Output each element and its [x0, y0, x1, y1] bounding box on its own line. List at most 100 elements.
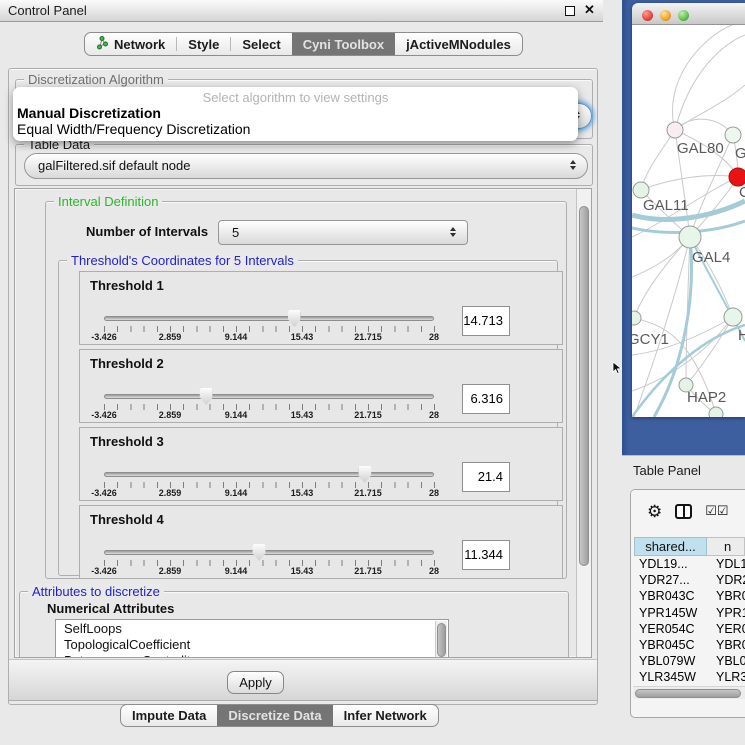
cell-shared-name[interactable]: YDR27... [634, 572, 707, 588]
tick-label: -3.426 [91, 332, 117, 342]
network-window: GAL80 GA C GAL11 GAL4 GCY1 H HAP2 [632, 3, 745, 417]
slider-track[interactable] [104, 472, 434, 477]
column-header-name[interactable]: n [707, 537, 745, 556]
tab-style[interactable]: Style [177, 33, 230, 55]
threshold-2-box: Threshold 2 -3.4262.8599.14415.4321.7152… [79, 349, 563, 423]
column-header-shared-name[interactable]: shared... [634, 537, 707, 556]
slider-thumb[interactable] [288, 310, 301, 327]
cell-shared-name[interactable]: YBR043C [634, 588, 707, 604]
select-columns-icon[interactable]: ☑☑ [705, 503, 728, 519]
threshold-1-value-field[interactable]: 14.713 [462, 306, 510, 336]
list-item[interactable]: BetweennessCentrality [56, 652, 448, 658]
threshold-1-box: Threshold 1 -3.4262.8599.14415.4321.7152… [79, 271, 563, 345]
table-row[interactable]: YBR043CYBR0 [634, 588, 745, 604]
slider-thumb[interactable] [253, 544, 266, 561]
cell-name[interactable]: YBR0 [707, 637, 745, 653]
node-label: GCY1 [632, 331, 669, 348]
tick-label: 9.144 [225, 488, 248, 498]
threshold-4-value-field[interactable]: 11.344 [462, 540, 510, 570]
cell-name[interactable]: YER0 [707, 621, 745, 637]
tick-label: 28 [429, 566, 439, 576]
threshold-3-value-field[interactable]: 21.4 [462, 462, 510, 492]
cell-shared-name[interactable]: YBL079W [634, 653, 707, 669]
tick-label: 9.144 [225, 410, 248, 420]
cell-shared-name[interactable]: YPR145W [634, 605, 707, 621]
tick-label: 9.144 [225, 332, 248, 342]
network-node[interactable] [679, 226, 701, 248]
table-row[interactable]: YER054CYER0 [634, 621, 745, 637]
cell-name[interactable]: YLR3 [707, 669, 745, 682]
threshold-3-label: Threshold 3 [90, 434, 164, 449]
cell-shared-name[interactable]: YDL19... [634, 556, 707, 572]
algorithm-option-manual[interactable]: Manual Discretization [13, 105, 578, 121]
tick-label: 21.715 [354, 332, 382, 342]
cell-name[interactable]: YDR2 [707, 572, 745, 588]
apply-bar: Apply [9, 659, 597, 701]
close-icon[interactable]: ✕ [584, 2, 595, 18]
table-row[interactable]: YLR345WYLR3 [634, 669, 745, 682]
tick-label: 2.859 [159, 332, 182, 342]
threshold-2-value-field[interactable]: 6.316 [462, 384, 510, 414]
tick-label: 15.43 [291, 332, 314, 342]
gear-icon[interactable]: ⚙ [647, 503, 662, 520]
algorithm-option-equal-width[interactable]: Equal Width/Frequency Discretization [13, 121, 578, 137]
table-row[interactable]: YBL079WYBL0 [634, 653, 745, 669]
cell-name[interactable]: YDL1 [707, 556, 745, 572]
numerical-attributes-list[interactable]: SelfLoops TopologicalCoefficient Between… [55, 619, 449, 658]
cell-name[interactable]: YPR1 [707, 605, 745, 621]
horizontal-scrollbar[interactable] [633, 686, 745, 699]
tick-label: 2.859 [159, 488, 182, 498]
threshold-1-slider[interactable]: -3.4262.8599.14415.4321.71528 [104, 310, 434, 344]
threshold-3-slider[interactable]: -3.4262.8599.14415.4321.71528 [104, 466, 434, 500]
cell-shared-name[interactable]: YLR345W [634, 669, 707, 682]
tab-discretize-data[interactable]: Discretize Data [217, 705, 332, 726]
panel-scrollbar-thumb[interactable] [579, 206, 589, 566]
cell-name[interactable]: YBL0 [707, 653, 745, 669]
table-row[interactable]: YDR27...YDR2 [634, 572, 745, 588]
float-window-icon[interactable] [565, 6, 575, 16]
split-view-icon[interactable] [675, 504, 692, 519]
tab-infer-network[interactable]: Infer Network [333, 705, 438, 726]
slider-track[interactable] [104, 394, 434, 399]
list-item[interactable]: TopologicalCoefficient [56, 636, 448, 652]
tab-jactivemnodules[interactable]: jActiveMNodules [395, 33, 522, 55]
zoom-traffic-light-icon[interactable] [678, 10, 689, 21]
table-row[interactable]: YDL19...YDL1 [634, 556, 745, 572]
table-row[interactable]: YBR045CYBR0 [634, 637, 745, 653]
cell-shared-name[interactable]: YER054C [634, 621, 707, 637]
horizontal-scrollbar-thumb[interactable] [635, 689, 741, 698]
network-node[interactable] [667, 122, 683, 138]
network-node[interactable] [709, 407, 723, 417]
threshold-2-slider[interactable]: -3.4262.8599.14415.4321.71528 [104, 388, 434, 422]
network-node[interactable] [632, 311, 641, 325]
network-node[interactable] [724, 308, 742, 326]
cell-shared-name[interactable]: YBR045C [634, 637, 707, 653]
table-data-combobox[interactable]: galFiltered.sif default node [24, 153, 588, 179]
list-item[interactable]: SelfLoops [56, 620, 448, 636]
minimize-traffic-light-icon[interactable] [660, 10, 671, 21]
list-scrollbar[interactable] [435, 621, 447, 658]
network-canvas[interactable]: GAL80 GA C GAL11 GAL4 GCY1 H HAP2 [632, 25, 745, 417]
slider-track[interactable] [104, 316, 434, 321]
slider-thumb[interactable] [200, 388, 213, 405]
panel-scrollbar[interactable] [576, 189, 591, 658]
tab-impute-data[interactable]: Impute Data [121, 705, 217, 726]
cell-name[interactable]: YBR0 [707, 588, 745, 604]
number-of-intervals-combobox[interactable]: 5 [218, 220, 468, 245]
network-graph[interactable]: GAL80 GA C GAL11 GAL4 GCY1 H HAP2 [632, 25, 745, 417]
close-traffic-light-icon[interactable] [642, 10, 653, 21]
table-row[interactable]: YPR145WYPR1 [634, 605, 745, 621]
numerical-attributes-label: Numerical Attributes [47, 601, 174, 616]
apply-button[interactable]: Apply [227, 671, 284, 694]
network-node[interactable] [725, 127, 741, 143]
network-node[interactable] [633, 182, 649, 198]
slider-track[interactable] [104, 550, 434, 555]
tab-cyni-toolbox[interactable]: Cyni Toolbox [292, 33, 395, 55]
table-body: YDL19...YDL1YDR27...YDR2YBR043CYBR0YPR14… [634, 556, 745, 682]
tab-network[interactable]: Network [85, 33, 176, 55]
slider-thumb[interactable] [358, 466, 371, 483]
tab-select[interactable]: Select [231, 33, 291, 55]
threshold-4-slider[interactable]: -3.4262.8599.14415.4321.71528 [104, 544, 434, 578]
table-panel-toolbar: ⚙ ☑☑ [631, 490, 745, 532]
table-data-value: galFiltered.sif default node [38, 158, 190, 173]
